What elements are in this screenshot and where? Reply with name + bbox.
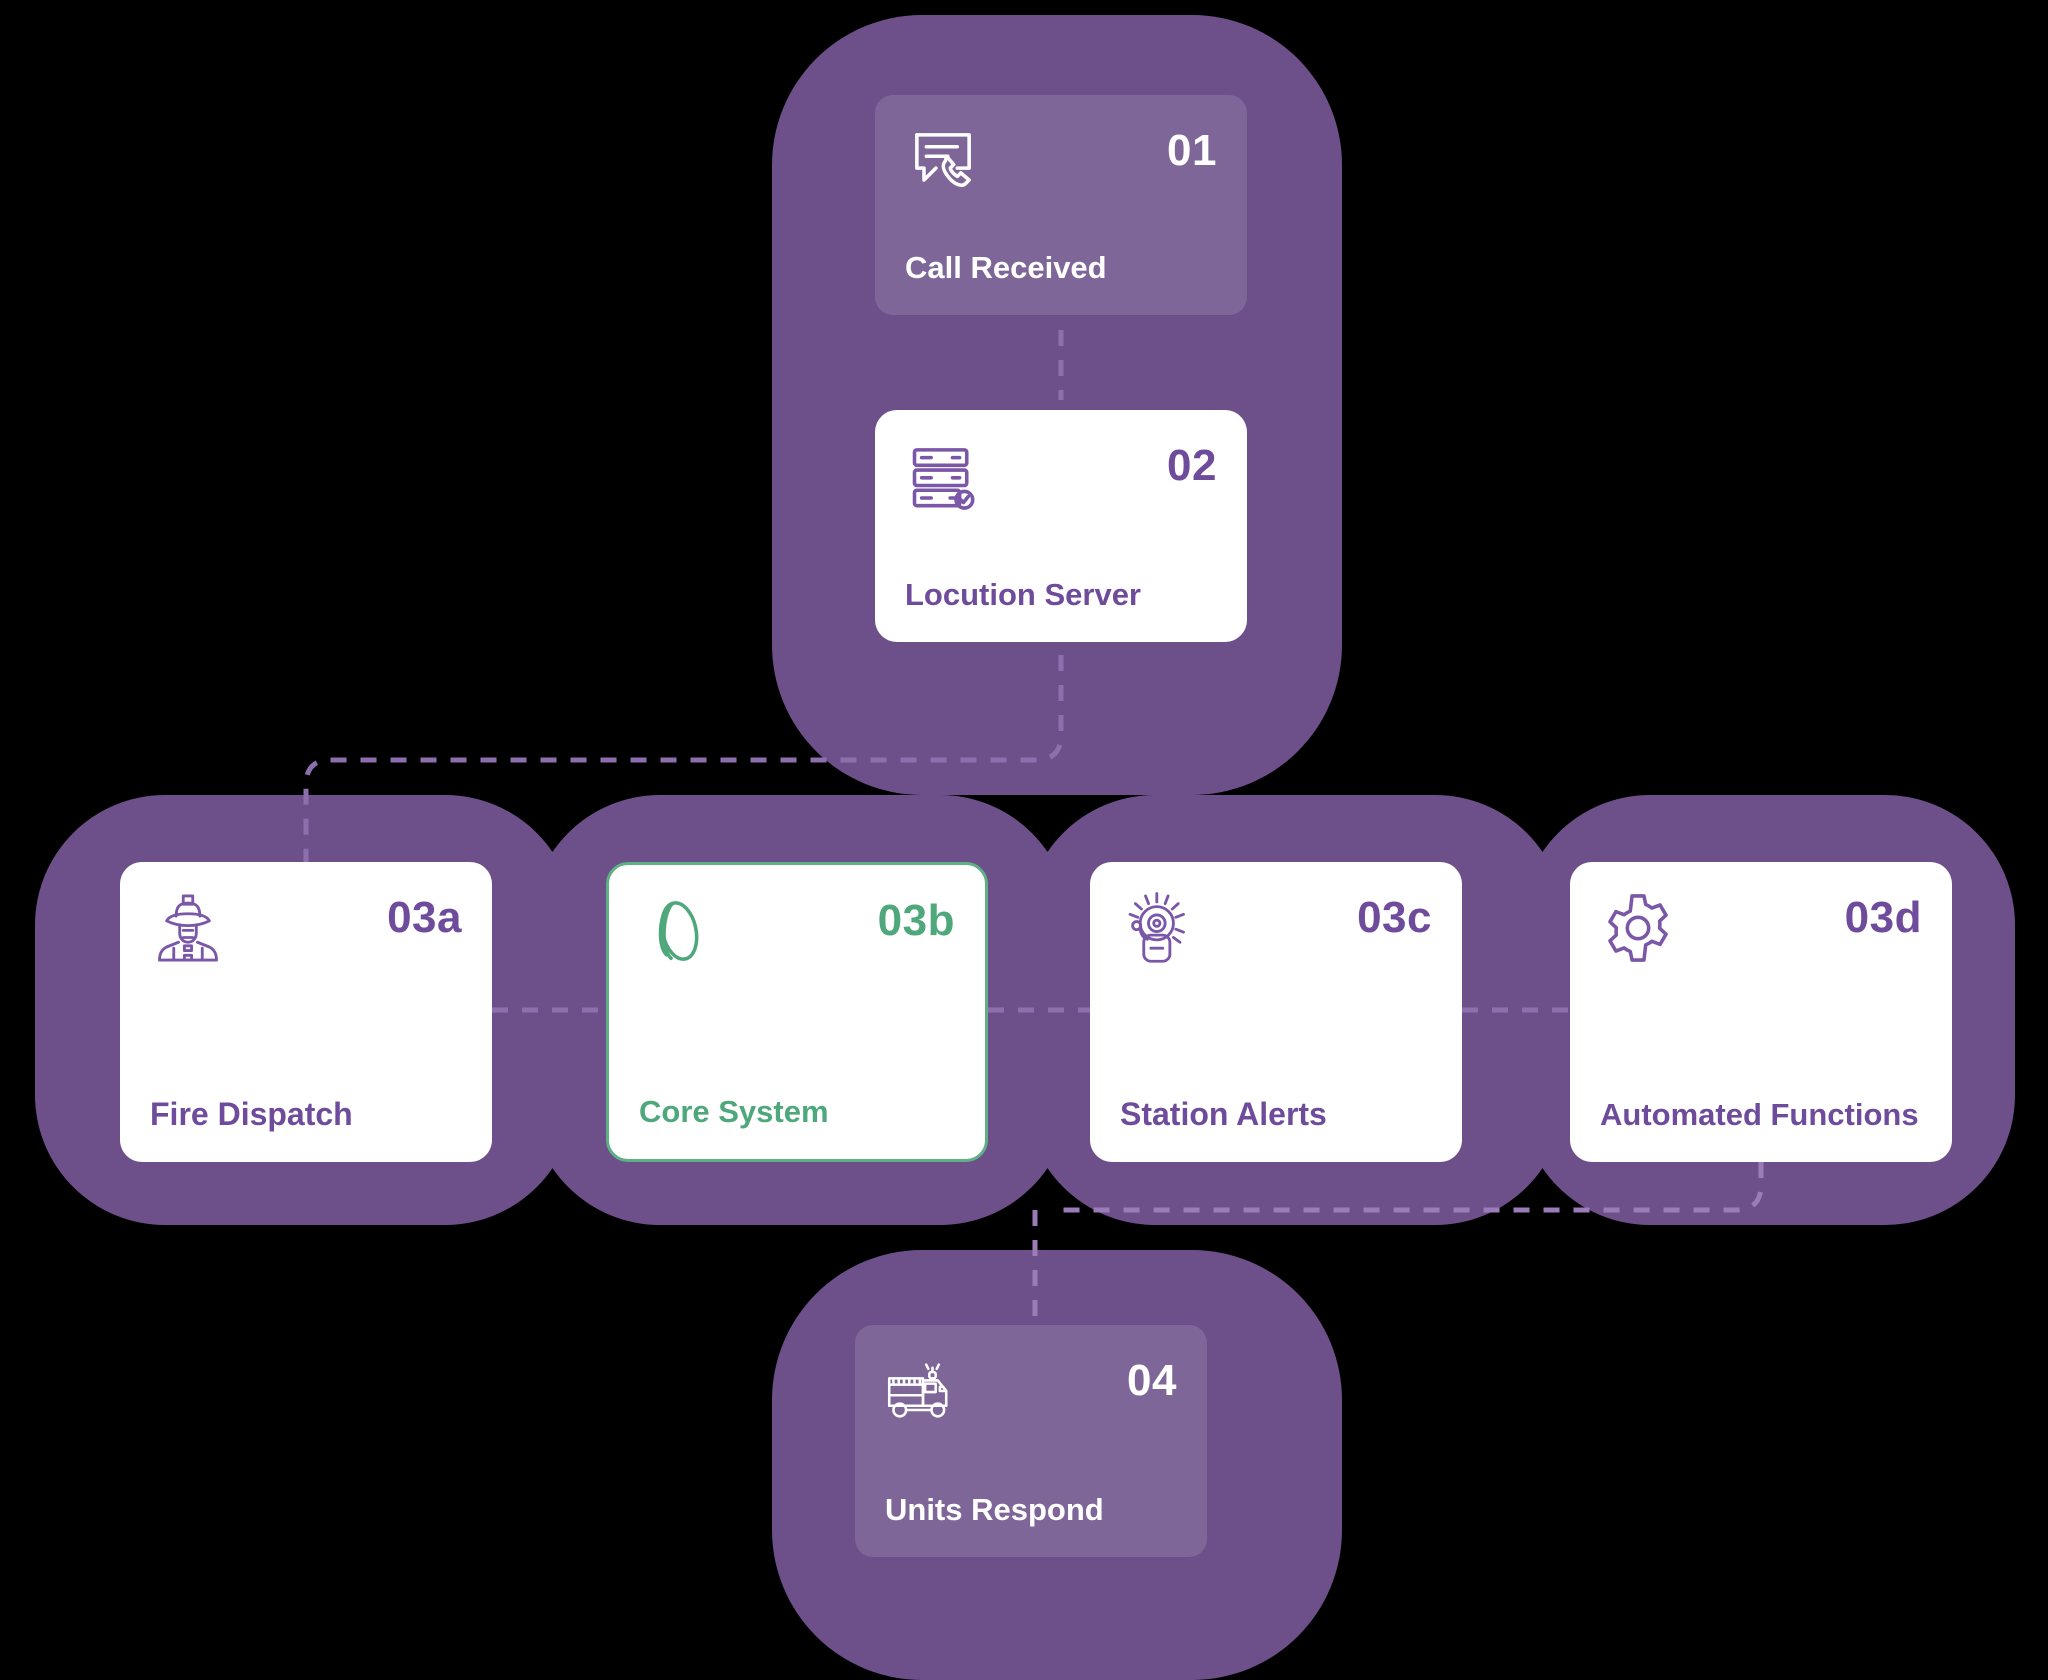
step-number: 01 bbox=[1167, 126, 1217, 175]
step-card-call-received[interactable]: 01 Call Received bbox=[875, 95, 1247, 315]
core-leaf-icon bbox=[639, 893, 715, 969]
step-number: 03a bbox=[387, 893, 462, 942]
step-label: Locution Server bbox=[905, 576, 1141, 612]
alarm-bell-icon bbox=[1120, 890, 1196, 966]
chat-phone-icon bbox=[905, 123, 981, 199]
server-check-icon bbox=[905, 438, 981, 514]
step-label: Fire Dispatch bbox=[150, 1095, 353, 1132]
card-header: 02 bbox=[905, 438, 1217, 514]
step-number: 04 bbox=[1127, 1356, 1177, 1405]
step-number: 03c bbox=[1357, 893, 1432, 942]
step-number: 03b bbox=[877, 896, 955, 945]
step-label: Core System bbox=[639, 1093, 829, 1129]
step-label: Automated Functions bbox=[1600, 1096, 1919, 1132]
step-number: 03d bbox=[1844, 893, 1922, 942]
card-header: 03c bbox=[1120, 890, 1432, 966]
step-card-automated-functions[interactable]: 03d Automated Functions bbox=[1570, 862, 1952, 1162]
step-card-station-alerts[interactable]: 03c Station Alerts bbox=[1090, 862, 1462, 1162]
firefighter-icon bbox=[150, 890, 226, 966]
step-label: Station Alerts bbox=[1120, 1095, 1327, 1132]
card-header: 01 bbox=[905, 123, 1217, 199]
fire-truck-icon bbox=[885, 1353, 961, 1429]
step-label: Call Received bbox=[905, 249, 1107, 285]
step-card-fire-dispatch[interactable]: 03a Fire Dispatch bbox=[120, 862, 492, 1162]
gear-icon bbox=[1600, 890, 1676, 966]
card-header: 03a bbox=[150, 890, 462, 966]
card-header: 04 bbox=[885, 1353, 1177, 1429]
step-card-locution-server[interactable]: 02 Locution Server bbox=[875, 410, 1247, 642]
flow-diagram: 01 Call Received 02 Locution Server 03a … bbox=[0, 0, 2048, 1680]
card-header: 03d bbox=[1600, 890, 1922, 966]
card-header: 03b bbox=[639, 893, 955, 969]
step-label: Units Respond bbox=[885, 1491, 1104, 1527]
step-card-units-respond[interactable]: 04 Units Respond bbox=[855, 1325, 1207, 1557]
step-card-core-system[interactable]: 03b Core System bbox=[606, 862, 988, 1162]
step-number: 02 bbox=[1167, 441, 1217, 490]
